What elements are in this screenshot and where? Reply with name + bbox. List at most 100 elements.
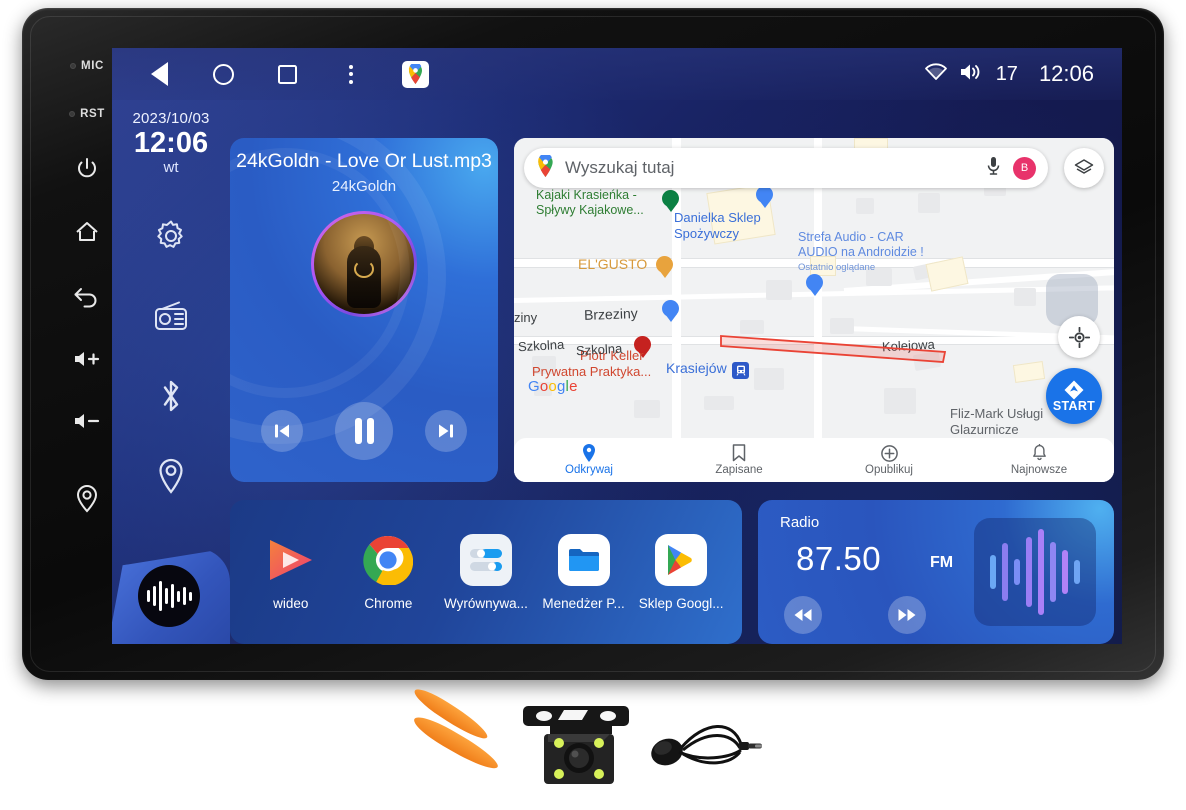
chrome-icon bbox=[362, 534, 414, 586]
map-label-kayaks: Kajaki Krasieńka - Spływy Kajakowe... bbox=[536, 188, 644, 217]
map-pin-audio-store[interactable] bbox=[806, 274, 823, 297]
map-label-shop: Danielka Sklep Spożywczy bbox=[674, 210, 761, 241]
app-label-chrome: Chrome bbox=[364, 595, 413, 611]
status-clock: 12:06 bbox=[1038, 61, 1094, 86]
avatar[interactable]: B bbox=[1013, 156, 1036, 180]
navigation-arrow-icon bbox=[1064, 380, 1084, 400]
launcher-sidebar: 2023/10/03 12:06 wt bbox=[112, 100, 230, 644]
hardware-button-strip: MIC RST bbox=[56, 38, 118, 652]
volume-icon bbox=[959, 62, 985, 87]
explore-pin-icon bbox=[583, 444, 595, 462]
map-pin-store[interactable] bbox=[662, 300, 679, 323]
bell-icon bbox=[1032, 444, 1046, 461]
radio-widget-card[interactable]: Radio 87.50 FM bbox=[758, 500, 1114, 644]
app-label-play-store: Sklep Googl... bbox=[638, 595, 724, 611]
map-pin-restaurant[interactable] bbox=[656, 256, 673, 279]
map-nav-label-opublikuj: Opublikuj bbox=[865, 463, 913, 476]
google-maps-widget[interactable]: Kajaki Krasieńka - Spływy Kajakowe... Dan… bbox=[514, 138, 1114, 482]
map-street-szkolna-2: Szkolna bbox=[575, 340, 623, 359]
radio-controls bbox=[784, 596, 926, 634]
volume-level: 17 bbox=[995, 62, 1018, 85]
sidebar-item-settings[interactable] bbox=[151, 216, 191, 256]
sidebar-item-radio[interactable] bbox=[151, 296, 191, 336]
app-label-wideo: wideo bbox=[273, 595, 309, 611]
map-street-szkolna-1: Szkolna bbox=[517, 336, 565, 355]
map-bottom-nav: Odkrywaj Zapisane Opublikuj Najnowsze bbox=[514, 438, 1114, 482]
reset-hole-icon bbox=[69, 111, 76, 117]
music-artist: 24kGoldn bbox=[331, 178, 397, 195]
app-shortcut-equalizer[interactable]: Wyrównywa... bbox=[440, 533, 532, 611]
external-microphone bbox=[645, 704, 765, 790]
map-pin-shop[interactable] bbox=[756, 186, 773, 209]
plus-circle-icon bbox=[880, 444, 898, 462]
radio-title: Radio bbox=[780, 514, 820, 531]
power-button[interactable] bbox=[75, 156, 99, 180]
android-status-bar: 17 12:06 bbox=[112, 48, 1122, 100]
start-button-label: START bbox=[1052, 399, 1096, 413]
map-search-bar[interactable]: Wyszukaj tutaj B bbox=[524, 148, 1048, 188]
mic-hole-icon bbox=[70, 63, 77, 69]
album-art bbox=[311, 211, 417, 317]
app-shortcuts-card: wideo Chrome Wyrównywa... Menedżer P... … bbox=[230, 500, 742, 644]
pry-tools bbox=[400, 683, 510, 790]
google-play-icon bbox=[655, 533, 708, 586]
map-nav-label-odkrywaj: Odkrywaj bbox=[565, 464, 613, 476]
music-player-card[interactable]: 24kGoldn - Love Or Lust.mp3 24kGoldn bbox=[230, 138, 498, 482]
sidebar-music-panel bbox=[112, 548, 230, 644]
back-button[interactable] bbox=[74, 284, 100, 308]
map-nav-label-najnowsze: Najnowsze bbox=[1010, 464, 1068, 476]
skip-next-icon[interactable] bbox=[425, 410, 467, 452]
app-shortcut-play-store[interactable]: Sklep Googl... bbox=[635, 533, 727, 611]
map-label-audio-store: Strefa Audio - CAR AUDIO na Androidzie ! … bbox=[798, 230, 924, 273]
map-search-input[interactable]: Wyszukaj tutaj bbox=[565, 158, 986, 178]
map-nav-odkrywaj[interactable]: Odkrywaj bbox=[514, 444, 664, 476]
map-nav-zapisane[interactable]: Zapisane bbox=[664, 444, 814, 476]
touchscreen-display[interactable]: 17 12:06 2023/10/03 12:06 wt 24kGoldn - … bbox=[112, 48, 1122, 644]
rewind-icon[interactable] bbox=[784, 596, 822, 634]
map-canvas[interactable]: Kajaki Krasieńka - Spływy Kajakowe... Dan… bbox=[514, 138, 1114, 482]
sidebar-weekday: wt bbox=[163, 159, 179, 177]
sidebar-date: 2023/10/03 bbox=[132, 110, 210, 127]
app-label-file-manager: Menedżer P... bbox=[542, 595, 625, 611]
music-waveform-icon[interactable] bbox=[138, 565, 200, 627]
skip-previous-icon[interactable] bbox=[261, 410, 303, 452]
app-shortcut-chrome[interactable]: Chrome bbox=[342, 534, 434, 611]
radio-frequency: 87.50 bbox=[796, 540, 882, 577]
sidebar-item-bluetooth[interactable] bbox=[151, 376, 191, 416]
sidebar-shortcuts bbox=[151, 216, 191, 496]
bookmark-icon bbox=[732, 444, 746, 462]
more-vert-icon[interactable] bbox=[338, 61, 364, 87]
google-attribution: Google bbox=[528, 378, 578, 395]
map-nav-opublikuj[interactable]: Opublikuj bbox=[814, 444, 964, 476]
fast-forward-icon[interactable] bbox=[888, 596, 926, 634]
pause-icon[interactable] bbox=[335, 402, 393, 460]
hw-reset[interactable]: RST bbox=[69, 108, 105, 120]
recents-icon[interactable] bbox=[274, 61, 300, 87]
layers-icon[interactable] bbox=[1064, 148, 1104, 188]
file-manager-icon bbox=[557, 533, 610, 586]
volume-up-button[interactable] bbox=[72, 348, 102, 370]
launcher-content: 24kGoldn - Love Or Lust.mp3 24kGoldn Kaj… bbox=[230, 102, 1122, 644]
my-location-icon[interactable] bbox=[1058, 316, 1100, 358]
volume-down-button[interactable] bbox=[72, 410, 102, 432]
microphone-icon[interactable] bbox=[986, 156, 1001, 181]
hw-mic-label: MIC bbox=[81, 60, 104, 72]
home-icon[interactable] bbox=[210, 61, 236, 87]
android-nav-buttons bbox=[146, 60, 429, 88]
app-shortcut-wideo[interactable]: wideo bbox=[245, 534, 337, 611]
hw-location-button[interactable] bbox=[74, 484, 100, 514]
app-shortcut-file-manager[interactable]: Menedżer P... bbox=[538, 533, 630, 611]
google-maps-icon[interactable] bbox=[402, 60, 429, 88]
audio-waveform-icon bbox=[974, 518, 1096, 626]
start-navigation-button[interactable]: START bbox=[1046, 368, 1102, 424]
home-button[interactable] bbox=[74, 220, 100, 244]
sidebar-item-navigation[interactable] bbox=[151, 456, 191, 496]
map-nav-najnowsze[interactable]: Najnowsze bbox=[964, 444, 1114, 476]
back-icon[interactable] bbox=[146, 61, 172, 87]
map-nav-label-zapisane: Zapisane bbox=[715, 464, 763, 476]
radio-band: FM bbox=[930, 554, 954, 571]
equalizer-icon bbox=[459, 533, 512, 586]
hw-reset-label: RST bbox=[80, 108, 105, 120]
hw-mic[interactable]: MIC bbox=[70, 60, 104, 72]
google-maps-pin-icon bbox=[536, 152, 555, 182]
